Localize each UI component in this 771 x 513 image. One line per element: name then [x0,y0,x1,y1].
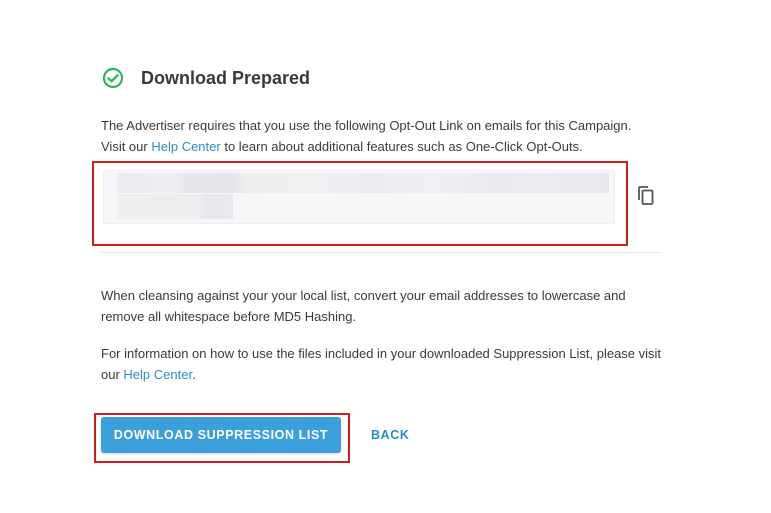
optout-link-redacted-line [117,194,233,219]
files-info-period: . [192,367,196,382]
help-center-link-2[interactable]: Help Center [123,367,192,382]
page-header: Download Prepared [101,66,310,90]
optout-notice-line1: The Advertiser requires that you use the… [101,118,632,133]
optout-notice-rest: to learn about additional features such … [220,139,583,154]
optout-link-redacted-line [117,173,609,193]
page-title: Download Prepared [141,67,311,88]
download-suppression-list-button[interactable]: DOWNLOAD SUPPRESSION LIST [101,417,341,453]
help-center-link[interactable]: Help Center [151,139,220,154]
optout-notice-visit: Visit our [101,139,152,154]
copy-icon[interactable] [636,185,656,207]
back-button[interactable]: BACK [358,417,423,453]
optout-link-field[interactable] [103,170,615,224]
optout-notice: The Advertiser requires that you use the… [101,115,671,157]
cleansing-note: When cleansing against your your local l… [101,288,626,324]
files-info: For information on how to use the files … [101,343,671,385]
check-circle-icon [101,66,125,90]
section-divider [101,252,661,253]
